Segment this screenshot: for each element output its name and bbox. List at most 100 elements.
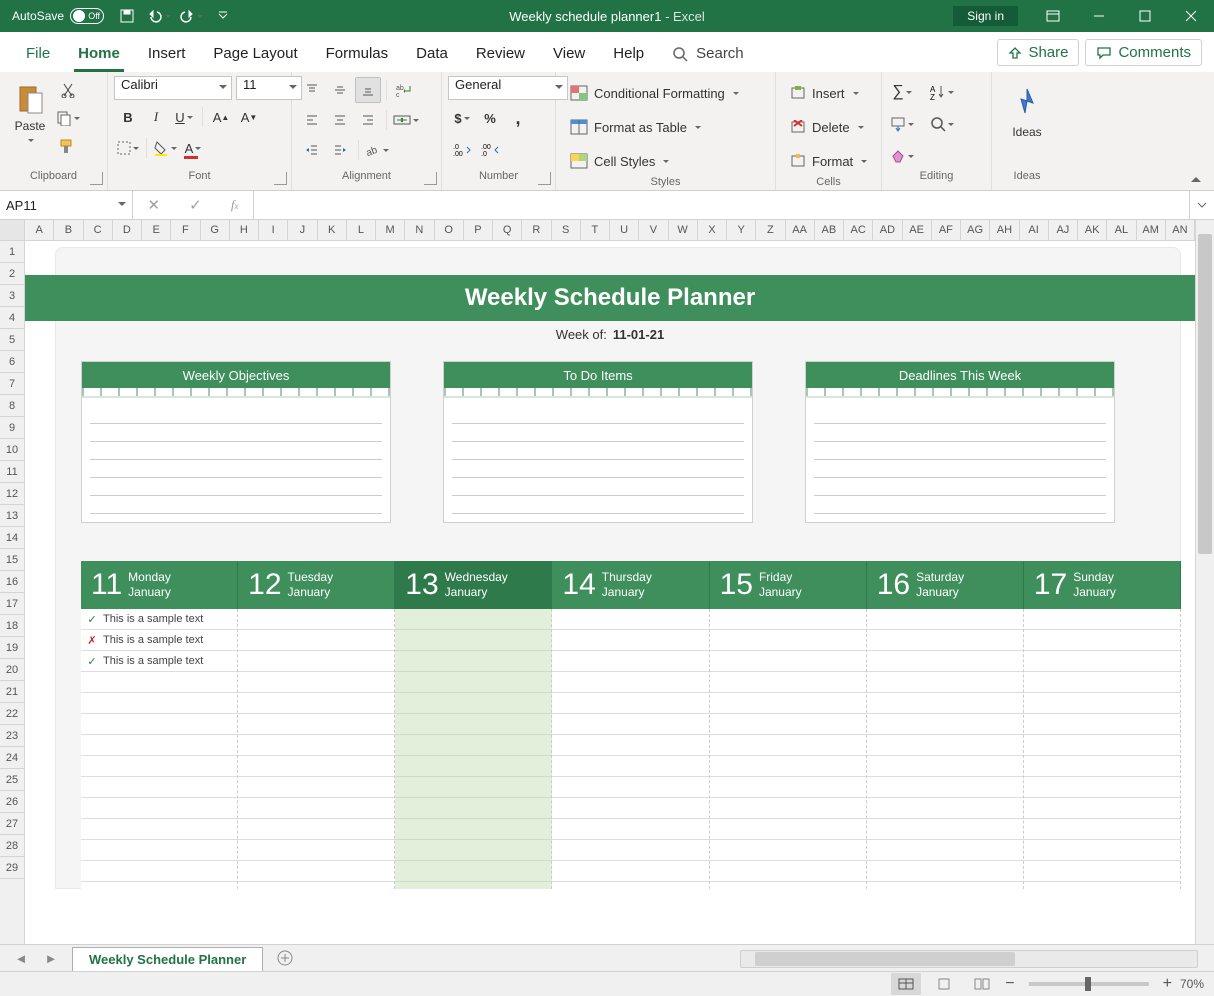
tab-view[interactable]: View bbox=[539, 35, 599, 72]
column-header[interactable]: B bbox=[54, 220, 83, 240]
column-header[interactable]: W bbox=[669, 220, 698, 240]
fill-color-button[interactable] bbox=[152, 135, 178, 161]
column-header[interactable]: Y bbox=[727, 220, 756, 240]
tab-home[interactable]: Home bbox=[64, 35, 134, 72]
schedule-entry[interactable]: ✓This is a sample text bbox=[85, 651, 233, 671]
format-as-table-button[interactable]: Format as Table bbox=[563, 113, 708, 141]
ideas-button[interactable]: Ideas bbox=[1004, 77, 1050, 149]
qat-customize-icon[interactable] bbox=[208, 1, 238, 31]
underline-button[interactable]: U bbox=[171, 104, 197, 130]
borders-button[interactable] bbox=[115, 135, 141, 161]
column-header[interactable]: R bbox=[522, 220, 551, 240]
wrap-text-button[interactable]: abc bbox=[392, 77, 418, 103]
zoom-slider[interactable] bbox=[1029, 982, 1149, 986]
column-header[interactable]: AI bbox=[1020, 220, 1049, 240]
card-weekly-objectives[interactable]: Weekly Objectives bbox=[81, 361, 391, 523]
card-todo-items[interactable]: To Do Items bbox=[443, 361, 753, 523]
share-button[interactable]: Share bbox=[997, 39, 1079, 66]
align-right-button[interactable] bbox=[355, 107, 381, 133]
font-name-combo[interactable]: Calibri bbox=[114, 76, 232, 100]
page-break-view-button[interactable] bbox=[967, 973, 997, 995]
maximize-button[interactable] bbox=[1122, 0, 1168, 32]
sheet-nav-prev-icon[interactable]: ◄ bbox=[15, 951, 28, 966]
italic-button[interactable]: I bbox=[143, 104, 169, 130]
zoom-level[interactable]: 70% bbox=[1180, 977, 1204, 991]
fill-button[interactable] bbox=[889, 111, 915, 137]
row-header[interactable]: 3 bbox=[0, 285, 24, 307]
find-select-button[interactable] bbox=[929, 111, 955, 137]
zoom-out-button[interactable]: − bbox=[1005, 975, 1014, 993]
row-header[interactable]: 8 bbox=[0, 395, 24, 417]
column-header[interactable]: H bbox=[230, 220, 259, 240]
column-header[interactable]: AK bbox=[1078, 220, 1107, 240]
row-header[interactable]: 9 bbox=[0, 417, 24, 439]
card-deadlines[interactable]: Deadlines This Week bbox=[805, 361, 1115, 523]
normal-view-button[interactable] bbox=[891, 973, 921, 995]
row-header[interactable]: 26 bbox=[0, 791, 24, 813]
cut-button[interactable] bbox=[55, 77, 81, 103]
column-header[interactable]: AA bbox=[786, 220, 815, 240]
row-header[interactable]: 18 bbox=[0, 615, 24, 637]
format-cells-button[interactable]: Format bbox=[783, 147, 874, 175]
row-header[interactable]: 21 bbox=[0, 681, 24, 703]
row-header[interactable]: 5 bbox=[0, 329, 24, 351]
merge-center-button[interactable] bbox=[392, 107, 420, 133]
expand-formula-bar-button[interactable] bbox=[1189, 191, 1214, 219]
row-header[interactable]: 6 bbox=[0, 351, 24, 373]
column-header[interactable]: AF bbox=[932, 220, 961, 240]
tab-file[interactable]: File bbox=[12, 35, 64, 72]
orientation-button[interactable]: ab bbox=[364, 137, 390, 163]
row-header[interactable]: 11 bbox=[0, 461, 24, 483]
column-header[interactable]: Q bbox=[493, 220, 522, 240]
tab-formulas[interactable]: Formulas bbox=[312, 35, 403, 72]
comments-button[interactable]: Comments bbox=[1085, 39, 1202, 66]
tab-insert[interactable]: Insert bbox=[134, 35, 200, 72]
sheet-nav-next-icon[interactable]: ► bbox=[45, 951, 58, 966]
font-dialog-launcher[interactable] bbox=[274, 172, 287, 185]
increase-font-button[interactable]: A▲ bbox=[208, 104, 234, 130]
column-header[interactable]: P bbox=[464, 220, 493, 240]
undo-button[interactable] bbox=[144, 1, 174, 31]
row-header[interactable]: 23 bbox=[0, 725, 24, 747]
paste-button[interactable]: Paste bbox=[7, 77, 53, 149]
tab-help[interactable]: Help bbox=[599, 35, 658, 72]
column-header[interactable]: T bbox=[581, 220, 610, 240]
number-dialog-launcher[interactable] bbox=[538, 172, 551, 185]
select-all-corner[interactable] bbox=[0, 220, 24, 241]
sign-in-button[interactable]: Sign in bbox=[953, 6, 1018, 26]
page-layout-view-button[interactable] bbox=[929, 973, 959, 995]
align-middle-button[interactable] bbox=[327, 77, 353, 103]
column-header[interactable]: AB bbox=[815, 220, 844, 240]
cells-area[interactable]: Weekly Schedule Planner Week of:11-01-21… bbox=[25, 241, 1195, 944]
row-header[interactable]: 17 bbox=[0, 593, 24, 615]
day-column[interactable] bbox=[238, 609, 395, 889]
increase-decimal-button[interactable]: .0.00 bbox=[449, 137, 475, 163]
delete-cells-button[interactable]: Delete bbox=[783, 113, 871, 141]
redo-button[interactable] bbox=[176, 1, 206, 31]
row-header[interactable]: 24 bbox=[0, 747, 24, 769]
schedule-entry[interactable]: ✓This is a sample text bbox=[85, 609, 233, 629]
row-header[interactable]: 19 bbox=[0, 637, 24, 659]
percent-format-button[interactable]: % bbox=[477, 105, 503, 131]
column-header[interactable]: U bbox=[610, 220, 639, 240]
row-header[interactable]: 25 bbox=[0, 769, 24, 791]
horizontal-scrollbar[interactable] bbox=[740, 950, 1198, 968]
cancel-formula-icon[interactable]: ✕ bbox=[148, 196, 161, 214]
column-header[interactable]: AH bbox=[990, 220, 1019, 240]
tab-data[interactable]: Data bbox=[402, 35, 462, 72]
column-header[interactable]: AG bbox=[961, 220, 990, 240]
autosum-button[interactable]: ∑ bbox=[889, 79, 915, 105]
column-header[interactable]: C bbox=[84, 220, 113, 240]
increase-indent-button[interactable] bbox=[327, 137, 353, 163]
align-left-button[interactable] bbox=[299, 107, 325, 133]
sort-filter-button[interactable]: AZ bbox=[929, 79, 955, 105]
vertical-scroll-thumb[interactable] bbox=[1198, 234, 1212, 554]
column-header[interactable]: AC bbox=[844, 220, 873, 240]
collapse-ribbon-button[interactable] bbox=[1186, 170, 1206, 186]
day-column[interactable]: ✓This is a sample text✗This is a sample … bbox=[81, 609, 238, 889]
column-header[interactable]: AD bbox=[873, 220, 902, 240]
alignment-dialog-launcher[interactable] bbox=[424, 172, 437, 185]
column-header[interactable]: O bbox=[435, 220, 464, 240]
column-header[interactable]: A bbox=[25, 220, 54, 240]
save-icon[interactable] bbox=[112, 1, 142, 31]
